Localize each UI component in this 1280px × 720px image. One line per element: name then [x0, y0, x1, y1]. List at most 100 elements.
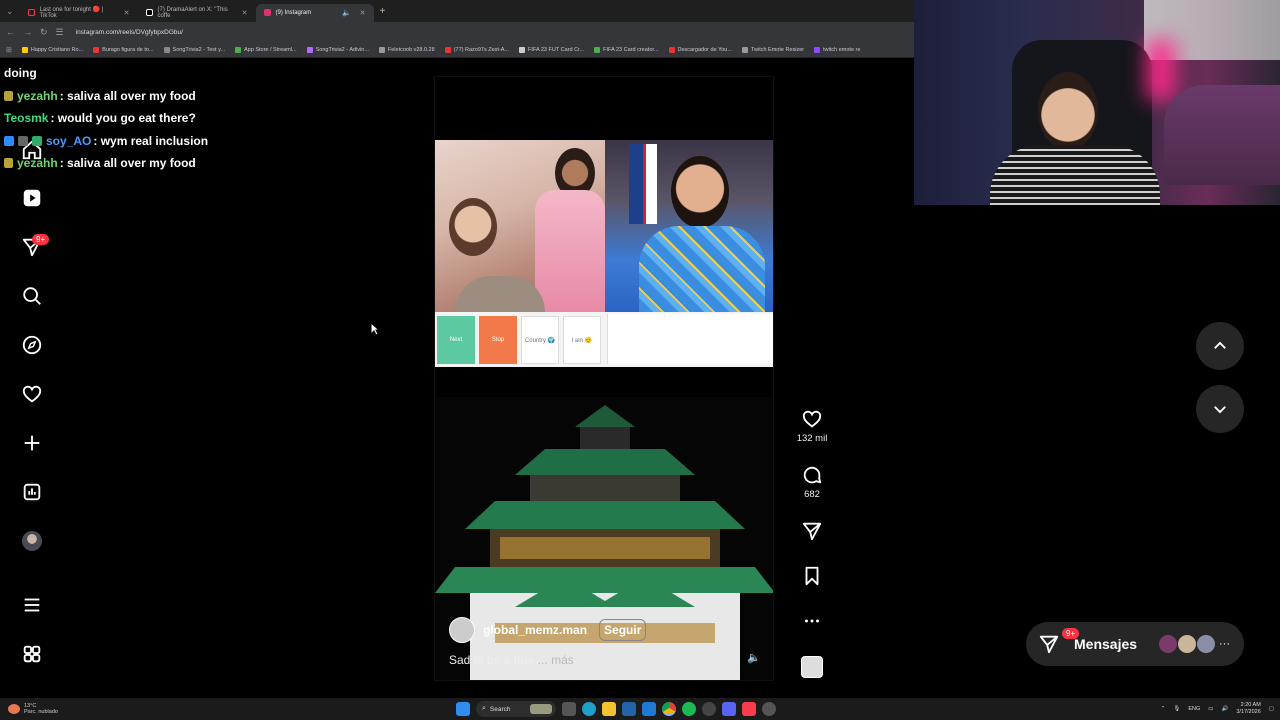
file-explorer-icon[interactable]	[602, 702, 616, 716]
taskbar-search[interactable]: ⌕ Search	[476, 701, 556, 717]
follow-button[interactable]: Seguir	[599, 619, 647, 641]
save-action[interactable]	[794, 565, 830, 587]
weather-widget[interactable]: 13°C Parc. nublado	[8, 698, 58, 720]
next-reel-button[interactable]	[1196, 385, 1244, 433]
bookmark-icon	[814, 46, 821, 53]
chat-badge-icon	[18, 135, 28, 146]
volume-icon[interactable]: 🔈	[747, 651, 761, 664]
nav-profile[interactable]	[18, 527, 46, 555]
video-right-participant	[605, 140, 773, 312]
share-action[interactable]	[794, 520, 830, 542]
x-logo-icon	[145, 9, 153, 16]
bookmark[interactable]: Twitch Emote Resizer	[741, 46, 804, 53]
notification-icon[interactable]: ▢	[1269, 706, 1274, 712]
close-tab-icon[interactable]: ✕	[124, 9, 130, 17]
nav-more[interactable]	[18, 591, 46, 619]
windows-start-icon[interactable]	[456, 702, 470, 716]
more-horizontal-icon	[805, 619, 819, 623]
bookmark[interactable]: FIFA 23 FUT Card Cr...	[519, 46, 584, 53]
bookmark[interactable]: App Store / Streaml...	[235, 46, 297, 53]
nav-notifications[interactable]	[18, 380, 46, 408]
messages-button[interactable]: 9+ Mensajes ···	[1026, 622, 1244, 666]
bookmark[interactable]: Happy Cristiano Ro...	[21, 46, 84, 53]
date: 3/17/2026	[1236, 709, 1261, 715]
reel-caption[interactable]: Sad to be a true ... más	[449, 653, 574, 667]
forward-icon[interactable]: →	[23, 27, 32, 37]
back-icon[interactable]: ←	[6, 27, 15, 37]
reload-icon[interactable]: ↻	[40, 27, 48, 38]
author-avatar[interactable]	[449, 617, 475, 643]
url-field[interactable]: instagram.com/reels/DVgfybpxDGbu/	[76, 29, 183, 36]
caption-more-link[interactable]: ... más	[538, 653, 574, 667]
like-count: 132 mil	[796, 433, 828, 444]
new-tab-button[interactable]: +	[374, 6, 392, 17]
message-avatars: ···	[1159, 635, 1230, 653]
bookmark-icon	[519, 46, 526, 53]
chrome-icon[interactable]	[662, 702, 676, 716]
nav-dashboard[interactable]	[18, 478, 46, 506]
site-info-icon[interactable]: ☰	[56, 27, 64, 38]
bookmark[interactable]: Descargador de You...	[668, 46, 732, 53]
chat-user: yezahh	[17, 88, 58, 103]
bookmark[interactable]: FIFA 23 Card creator...	[594, 46, 659, 53]
volume-icon[interactable]: 🔊	[1221, 706, 1228, 712]
store-icon[interactable]	[622, 702, 636, 716]
comment-action[interactable]: 682	[794, 464, 830, 500]
comment-icon	[803, 466, 822, 484]
chat-box-image	[607, 314, 773, 364]
more-action[interactable]	[794, 610, 830, 632]
tab-x[interactable]: (7) DramaAlert on X: "This coffe ✕	[138, 4, 256, 22]
person-image	[671, 156, 729, 228]
tab-tiktok[interactable]: Last one for tonight 🔴 | TikTok ✕	[20, 4, 138, 22]
music-app-icon[interactable]	[742, 702, 756, 716]
button-label: I am 😊	[571, 337, 593, 344]
task-view-icon[interactable]	[562, 702, 576, 716]
clock[interactable]: 2:20 AM 3/17/2026	[1236, 702, 1260, 716]
bookmark[interactable]: (77) Razo97s Zest-A...	[444, 46, 509, 53]
comment-count: 682	[804, 489, 820, 500]
audio-icon[interactable]: 🔈	[342, 9, 351, 17]
bookmark-icon	[444, 46, 451, 53]
app-icon[interactable]	[762, 702, 776, 716]
audio-action[interactable]	[794, 656, 830, 678]
language-indicator[interactable]: ENG	[1188, 706, 1200, 712]
spotify-icon[interactable]	[682, 702, 696, 716]
obs-icon[interactable]	[702, 702, 716, 716]
previous-reel-button[interactable]	[1196, 322, 1244, 370]
reel-video[interactable]: Next Stop Country 🌍 I am 😊 global_memz.m…	[434, 76, 774, 681]
bookmark[interactable]: Feletcoob v28.0.28	[378, 46, 435, 53]
stop-button: Stop	[479, 316, 517, 364]
nav-also-from-meta[interactable]	[18, 640, 46, 668]
nav-reels[interactable]	[18, 184, 46, 212]
bookmark-icon	[235, 46, 242, 53]
avatar	[1159, 635, 1177, 653]
mail-icon[interactable]	[642, 702, 656, 716]
close-tab-icon[interactable]: ✕	[360, 9, 366, 17]
chevron-up-icon[interactable]: ⌃	[1161, 706, 1166, 712]
streamer-webcam	[914, 0, 1280, 205]
like-action[interactable]: 132 mil	[794, 408, 830, 444]
tab-instagram[interactable]: (9) Instagram 🔈 ✕	[255, 3, 374, 22]
microphone-icon[interactable]: 🎙	[1173, 706, 1180, 712]
discord-icon[interactable]	[722, 702, 736, 716]
bookmark[interactable]: twitch emote re	[814, 46, 860, 53]
bookmark[interactable]: Burago figura de to...	[93, 46, 154, 53]
bookmark[interactable]: SongTrivia2 - Test y...	[163, 46, 225, 53]
nav-search[interactable]	[18, 282, 46, 310]
chat-text: : wym real inclusion	[93, 133, 209, 148]
bookmark-label: Feletcoob v28.0.28	[387, 46, 435, 53]
tab-list-icon[interactable]: ⌄	[0, 6, 20, 17]
reels-icon	[23, 189, 41, 207]
close-tab-icon[interactable]: ✕	[242, 9, 248, 17]
bookmark-label: Happy Cristiano Ro...	[30, 46, 84, 53]
network-icon[interactable]: ▭	[1208, 706, 1213, 712]
nav-explore[interactable]	[18, 331, 46, 359]
author-username[interactable]: global_memz.man	[483, 623, 587, 637]
mouse-cursor-icon	[370, 322, 380, 336]
apps-icon[interactable]: ⊞	[6, 46, 12, 54]
plus-icon	[24, 435, 40, 451]
nav-create[interactable]	[18, 429, 46, 457]
bookmark[interactable]: SongTrivia2 - Adivin...	[306, 46, 369, 53]
edge-icon[interactable]	[582, 702, 596, 716]
chat-message: yezahh : saliva all over my food	[4, 85, 208, 108]
